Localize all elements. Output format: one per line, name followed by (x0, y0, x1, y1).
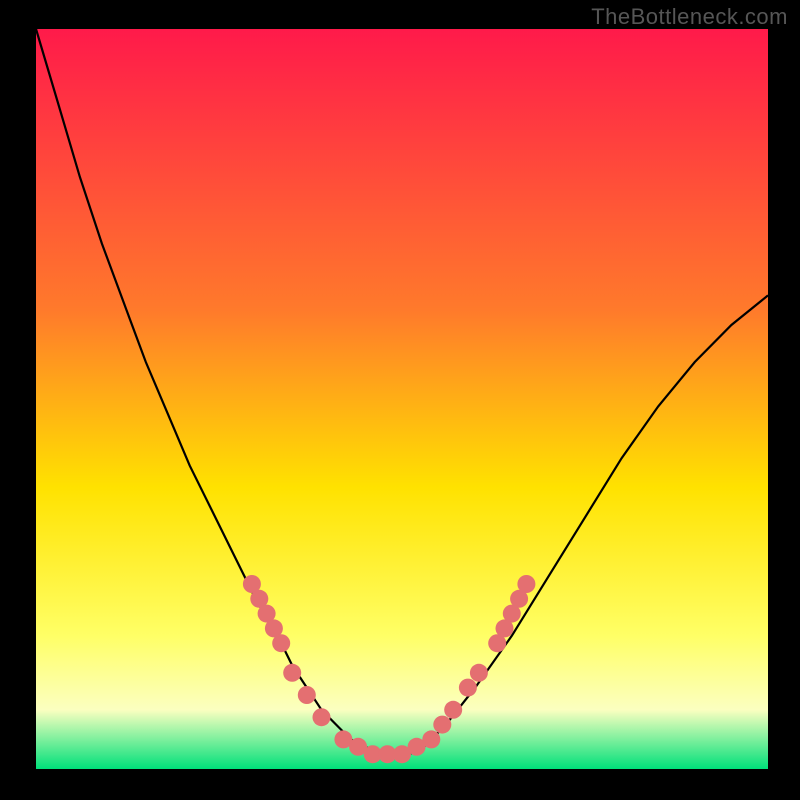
scatter-dot (433, 716, 451, 734)
scatter-dot (283, 664, 301, 682)
scatter-dot (422, 730, 440, 748)
scatter-dot (517, 575, 535, 593)
scatter-dot (298, 686, 316, 704)
scatter-dot (272, 634, 290, 652)
scatter-dot (459, 679, 477, 697)
chart-stage: TheBottleneck.com (0, 0, 800, 800)
plot-background (36, 29, 768, 769)
credit-label: TheBottleneck.com (591, 4, 788, 30)
scatter-dot (313, 708, 331, 726)
chart-svg (0, 0, 800, 800)
scatter-dot (470, 664, 488, 682)
scatter-dot (444, 701, 462, 719)
